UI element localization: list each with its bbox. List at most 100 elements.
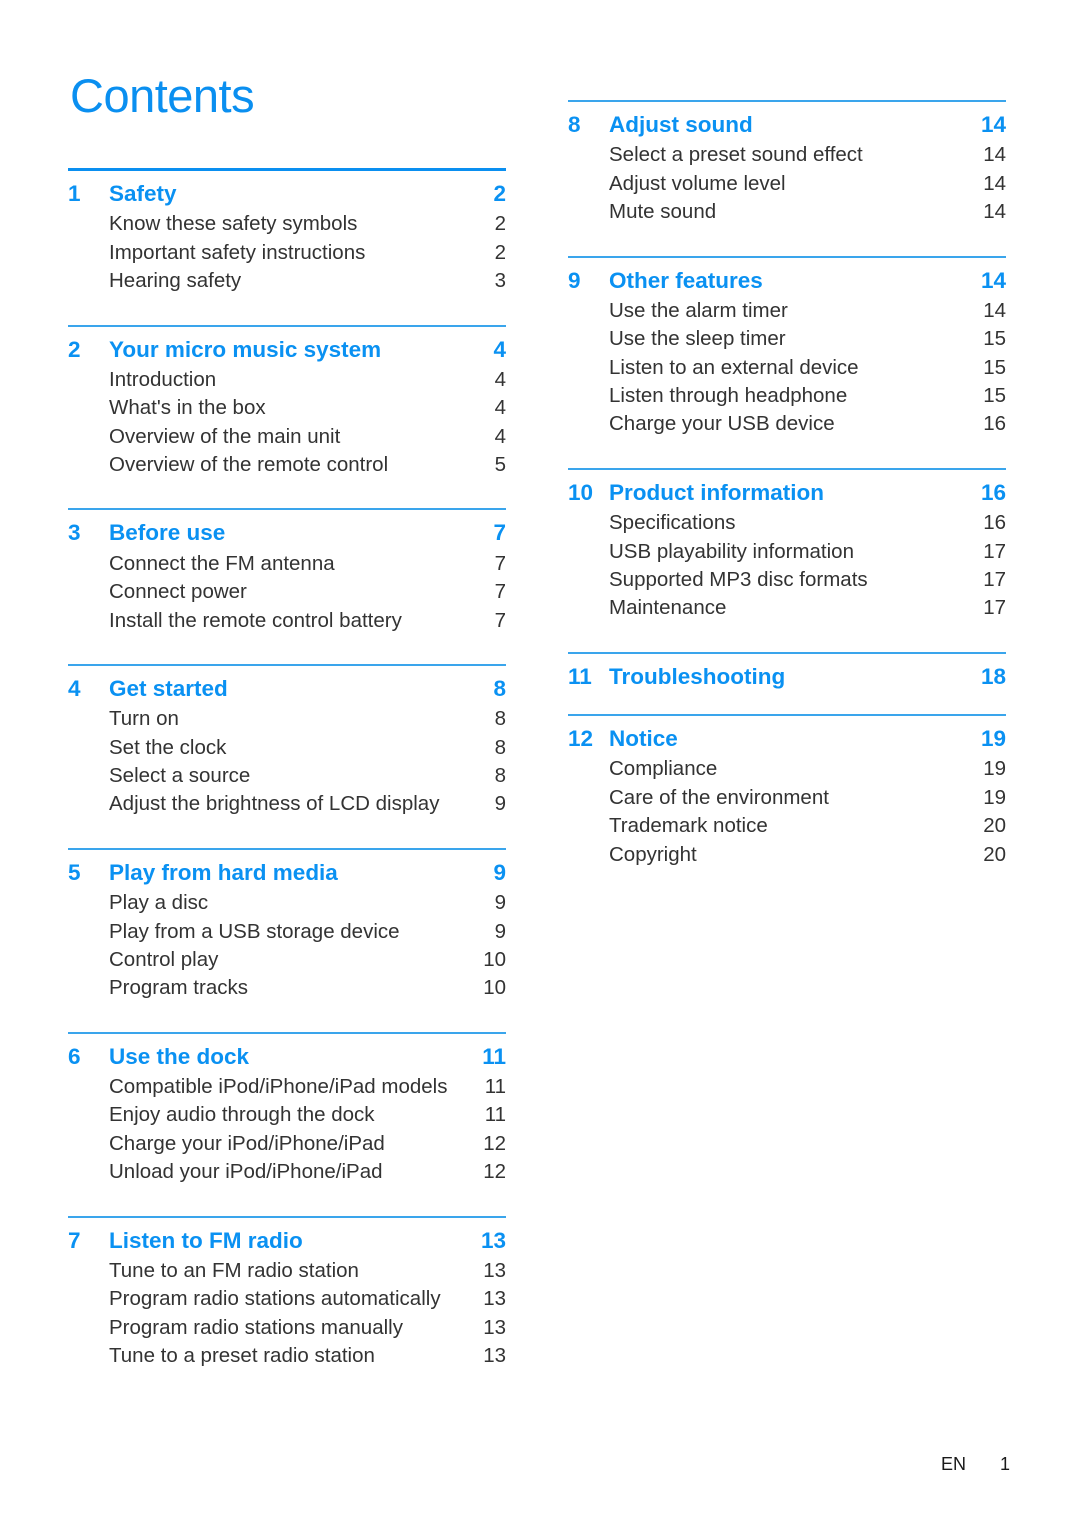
toc-subitem-row[interactable]: Connect the FM antenna 7 [68, 550, 506, 578]
toc-heading-title[interactable]: Troubleshooting [609, 663, 960, 691]
toc-subitem-row[interactable]: Program radio stations automatically 13 [68, 1285, 506, 1313]
toc-subitem-title[interactable]: Select a preset sound effect [609, 141, 960, 169]
toc-heading-title[interactable]: Product information [609, 479, 960, 507]
toc-subitem-row[interactable]: Trademark notice 20 [568, 812, 1006, 840]
toc-heading-title[interactable]: Before use [109, 519, 460, 547]
toc-subitem-row[interactable]: Use the sleep timer 15 [568, 325, 1006, 353]
toc-subitem-row[interactable]: Play from a USB storage device 9 [68, 918, 506, 946]
toc-subitem-title[interactable]: Trademark notice [609, 812, 960, 840]
toc-heading-title[interactable]: Play from hard media [109, 859, 460, 887]
toc-subitem-row[interactable]: Tune to a preset radio station 13 [68, 1342, 506, 1370]
toc-subitem-title[interactable]: Program radio stations automatically [109, 1285, 460, 1313]
toc-subitem-title[interactable]: Introduction [109, 366, 460, 394]
toc-subitem-row[interactable]: Charge your USB device 16 [568, 410, 1006, 438]
toc-subitem-title[interactable]: Know these safety symbols [109, 210, 460, 238]
toc-subitem-title[interactable]: Tune to a preset radio station [109, 1342, 460, 1370]
toc-subitem-title[interactable]: Important safety instructions [109, 239, 460, 267]
toc-subitem-row[interactable]: USB playability information 17 [568, 538, 1006, 566]
toc-heading-row[interactable]: 12 Notice 19 [568, 716, 1006, 753]
toc-subitem-row[interactable]: Connect power 7 [68, 578, 506, 606]
toc-subitem-title[interactable]: Charge your USB device [609, 410, 960, 438]
toc-subitem-title[interactable]: Play a disc [109, 889, 460, 917]
toc-heading-title[interactable]: Use the dock [109, 1043, 460, 1071]
toc-heading-row[interactable]: 7 Listen to FM radio 13 [68, 1218, 506, 1255]
toc-subitem-title[interactable]: USB playability information [609, 538, 960, 566]
toc-subitem-row[interactable]: Select a source 8 [68, 762, 506, 790]
toc-subitem-row[interactable]: Use the alarm timer 14 [568, 297, 1006, 325]
toc-subitem-row[interactable]: Care of the environment 19 [568, 784, 1006, 812]
toc-subitem-title[interactable]: Select a source [109, 762, 460, 790]
toc-subitem-title[interactable]: Unload your iPod/iPhone/iPad [109, 1158, 460, 1186]
toc-heading-title[interactable]: Your micro music system [109, 336, 460, 364]
toc-subitem-title[interactable]: Compliance [609, 755, 960, 783]
toc-subitem-row[interactable]: Turn on 8 [68, 705, 506, 733]
toc-subitem-row[interactable]: Hearing safety 3 [68, 267, 506, 295]
toc-subitem-row[interactable]: Mute sound 14 [568, 198, 1006, 226]
toc-heading-title[interactable]: Listen to FM radio [109, 1227, 460, 1255]
toc-subitem-title[interactable]: Connect the FM antenna [109, 550, 460, 578]
toc-subitem-row[interactable]: What's in the box 4 [68, 394, 506, 422]
toc-heading-row[interactable]: 6 Use the dock 11 [68, 1034, 506, 1071]
toc-subitem-row[interactable]: Adjust volume level 14 [568, 170, 1006, 198]
toc-subitem-title[interactable]: Connect power [109, 578, 460, 606]
toc-subitem-row[interactable]: Overview of the main unit 4 [68, 423, 506, 451]
toc-heading-row[interactable]: 2 Your micro music system 4 [68, 327, 506, 364]
toc-heading-row[interactable]: 4 Get started 8 [68, 666, 506, 703]
toc-subitem-title[interactable]: Control play [109, 946, 460, 974]
toc-subitem-row[interactable]: Compliance 19 [568, 755, 1006, 783]
toc-subitem-row[interactable]: Unload your iPod/iPhone/iPad 12 [68, 1158, 506, 1186]
toc-subitem-row[interactable]: Adjust the brightness of LCD display 9 [68, 790, 506, 818]
toc-subitem-row[interactable]: Know these safety symbols 2 [68, 210, 506, 238]
toc-subitem-title[interactable]: Copyright [609, 841, 960, 869]
toc-subitem-title[interactable]: Care of the environment [609, 784, 960, 812]
toc-heading-title[interactable]: Safety [109, 180, 460, 208]
toc-subitem-title[interactable]: Compatible iPod/iPhone/iPad models [109, 1073, 460, 1101]
toc-heading-title[interactable]: Notice [609, 725, 960, 753]
toc-subitem-title[interactable]: Overview of the remote control [109, 451, 460, 479]
toc-subitem-title[interactable]: Turn on [109, 705, 460, 733]
toc-subitem-title[interactable]: Play from a USB storage device [109, 918, 460, 946]
toc-subitem-row[interactable]: Set the clock 8 [68, 734, 506, 762]
toc-subitem-row[interactable]: Install the remote control battery 7 [68, 607, 506, 635]
toc-subitem-title[interactable]: Hearing safety [109, 267, 460, 295]
toc-subitem-row[interactable]: Enjoy audio through the dock 11 [68, 1101, 506, 1129]
toc-subitem-title[interactable]: Use the alarm timer [609, 297, 960, 325]
toc-subitem-row[interactable]: Play a disc 9 [68, 889, 506, 917]
toc-heading-row[interactable]: 8 Adjust sound 14 [568, 102, 1006, 139]
toc-subitem-title[interactable]: What's in the box [109, 394, 460, 422]
toc-subitem-title[interactable]: Enjoy audio through the dock [109, 1101, 460, 1129]
toc-subitem-title[interactable]: Program tracks [109, 974, 460, 1002]
toc-subitem-title[interactable]: Adjust volume level [609, 170, 960, 198]
toc-subitem-row[interactable]: Copyright 20 [568, 841, 1006, 869]
toc-heading-row[interactable]: 9 Other features 14 [568, 258, 1006, 295]
toc-subitem-row[interactable]: Tune to an FM radio station 13 [68, 1257, 506, 1285]
toc-subitem-row[interactable]: Listen through headphone 15 [568, 382, 1006, 410]
toc-subitem-title[interactable]: Charge your iPod/iPhone/iPad [109, 1130, 460, 1158]
toc-heading-row[interactable]: 10 Product information 16 [568, 470, 1006, 507]
toc-subitem-row[interactable]: Program tracks 10 [68, 974, 506, 1002]
toc-subitem-title[interactable]: Mute sound [609, 198, 960, 226]
toc-subitem-row[interactable]: Specifications 16 [568, 509, 1006, 537]
toc-subitem-row[interactable]: Listen to an external device 15 [568, 354, 1006, 382]
toc-heading-row[interactable]: 11 Troubleshooting 18 [568, 654, 1006, 691]
toc-heading-title[interactable]: Adjust sound [609, 111, 960, 139]
toc-subitem-title[interactable]: Use the sleep timer [609, 325, 960, 353]
toc-subitem-title[interactable]: Overview of the main unit [109, 423, 460, 451]
toc-subitem-row[interactable]: Important safety instructions 2 [68, 239, 506, 267]
toc-subitem-row[interactable]: Charge your iPod/iPhone/iPad 12 [68, 1130, 506, 1158]
toc-subitem-row[interactable]: Maintenance 17 [568, 594, 1006, 622]
toc-subitem-row[interactable]: Select a preset sound effect 14 [568, 141, 1006, 169]
toc-subitem-row[interactable]: Compatible iPod/iPhone/iPad models 11 [68, 1073, 506, 1101]
toc-subitem-title[interactable]: Set the clock [109, 734, 460, 762]
toc-subitem-row[interactable]: Overview of the remote control 5 [68, 451, 506, 479]
toc-subitem-title[interactable]: Program radio stations manually [109, 1314, 460, 1342]
toc-subitem-title[interactable]: Adjust the brightness of LCD display [109, 790, 460, 818]
toc-heading-row[interactable]: 3 Before use 7 [68, 510, 506, 547]
toc-heading-title[interactable]: Get started [109, 675, 460, 703]
toc-heading-row[interactable]: 1 Safety 2 [68, 171, 506, 208]
toc-heading-row[interactable]: 5 Play from hard media 9 [68, 850, 506, 887]
toc-heading-title[interactable]: Other features [609, 267, 960, 295]
toc-subitem-row[interactable]: Introduction 4 [68, 366, 506, 394]
toc-subitem-row[interactable]: Supported MP3 disc formats 17 [568, 566, 1006, 594]
toc-subitem-row[interactable]: Control play 10 [68, 946, 506, 974]
